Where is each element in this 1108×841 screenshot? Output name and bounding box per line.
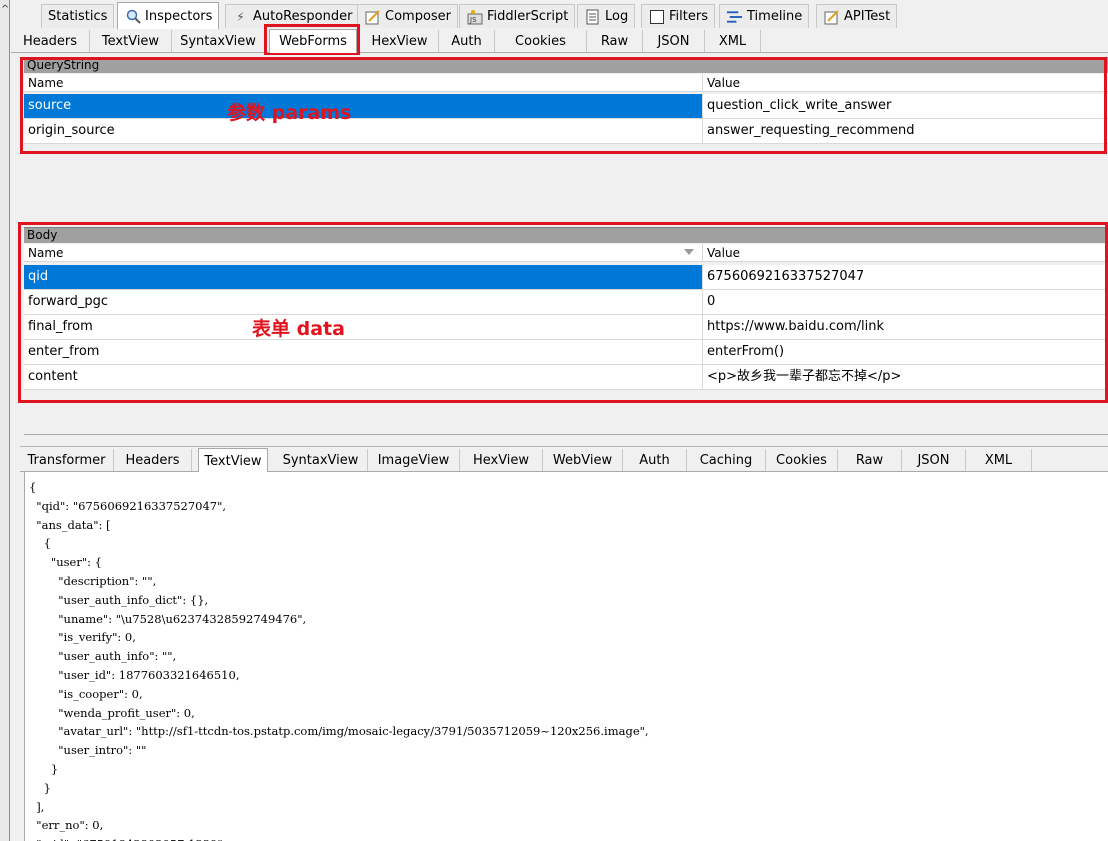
body-bottom-divider xyxy=(24,434,1108,435)
req-tab-json[interactable]: JSON xyxy=(643,30,705,52)
req-tab-cookies[interactable]: Cookies xyxy=(495,30,587,52)
col-name[interactable]: Name xyxy=(24,74,703,92)
body-header: Body xyxy=(24,227,1108,243)
params-annotation: 参数 params xyxy=(227,102,352,124)
tab-composer[interactable]: Composer xyxy=(357,4,459,28)
svg-text:JS: JS xyxy=(469,16,477,24)
js-icon: JS xyxy=(466,8,483,25)
checkbox-icon xyxy=(648,8,665,25)
table-row[interactable]: content <p>故乡我一辈子都忘不掉</p> xyxy=(24,365,1108,390)
tab-log[interactable]: Log xyxy=(577,4,636,28)
response-body-text[interactable]: { "qid": "6756069216337527047", "ans_dat… xyxy=(25,472,1108,841)
response-inspector-tabs: Transformer Headers TextView SyntaxView … xyxy=(20,446,1108,473)
request-inspector-tabs: Headers TextView SyntaxView WebForms Hex… xyxy=(11,29,1108,53)
table-row[interactable]: qid 6756069216337527047 xyxy=(24,265,1108,290)
table-row[interactable]: source question_click_write_answer xyxy=(24,94,1108,119)
req-tab-syntaxview[interactable]: SyntaxView xyxy=(172,30,265,52)
data-annotation: 表单 data xyxy=(252,318,345,340)
req-tab-xml[interactable]: XML xyxy=(705,30,761,52)
table-row[interactable]: enter_from enterFrom() xyxy=(24,340,1108,365)
resp-tab-headers[interactable]: Headers xyxy=(114,449,192,471)
body-column-header: Name Value xyxy=(24,244,1108,262)
tab-fiddlerscript[interactable]: JS FiddlerScript xyxy=(459,4,576,28)
inspectors-icon xyxy=(124,8,141,25)
querystring-column-header: Name Value xyxy=(24,74,1108,92)
table-row[interactable]: final_from https://www.baidu.com/link xyxy=(24,315,1108,340)
resp-tab-textview[interactable]: TextView xyxy=(198,448,268,473)
req-tab-webforms[interactable]: WebForms xyxy=(269,29,357,53)
req-tab-textview[interactable]: TextView xyxy=(90,30,172,52)
resp-tab-cookies[interactable]: Cookies xyxy=(766,449,838,471)
sort-arrow-icon xyxy=(684,249,694,255)
resp-tab-imageview[interactable]: ImageView xyxy=(368,449,460,471)
col-value[interactable]: Value xyxy=(703,244,1108,262)
apitest-icon xyxy=(823,8,840,25)
table-row[interactable]: origin_source answer_requesting_recommen… xyxy=(24,119,1108,144)
tab-filters[interactable]: Filters xyxy=(641,4,715,28)
resp-tab-auth[interactable]: Auth xyxy=(623,449,687,471)
resp-tab-transformer[interactable]: Transformer xyxy=(20,449,114,471)
table-row[interactable]: forward_pgc 0 xyxy=(24,290,1108,315)
col-value[interactable]: Value xyxy=(703,74,1108,92)
querystring-panel: QueryString Name Value source question_c… xyxy=(24,55,1108,225)
resp-tab-xml[interactable]: XML xyxy=(966,449,1032,471)
tab-inspectors[interactable]: Inspectors xyxy=(117,2,220,29)
lightning-icon: ⚡ xyxy=(236,9,245,24)
resp-tab-hexview[interactable]: HexView xyxy=(460,449,543,471)
tab-autoresponder[interactable]: ⚡ AutoResponder xyxy=(225,4,360,28)
querystring-header: QueryString xyxy=(24,57,1108,73)
req-tab-raw[interactable]: Raw xyxy=(587,30,643,52)
composer-icon xyxy=(364,8,381,25)
resp-tab-webview[interactable]: WebView xyxy=(543,449,623,471)
left-splitter[interactable]: ^ xyxy=(0,0,10,841)
req-tab-hexview[interactable]: HexView xyxy=(361,30,439,52)
resp-tab-syntaxview[interactable]: SyntaxView xyxy=(274,449,368,471)
response-textview[interactable]: { "qid": "6756069216337527047", "ans_dat… xyxy=(24,472,1108,841)
req-tab-auth[interactable]: Auth xyxy=(439,30,495,52)
tab-apitest[interactable]: APITest xyxy=(816,4,898,28)
resp-tab-caching[interactable]: Caching xyxy=(687,449,766,471)
tab-statistics[interactable]: Statistics xyxy=(41,4,115,28)
req-tab-headers[interactable]: Headers xyxy=(11,30,90,52)
col-name[interactable]: Name xyxy=(24,244,703,262)
body-panel: Body Name Value qid 6756069216337527047 … xyxy=(24,226,1108,436)
log-icon xyxy=(584,8,601,25)
main-tab-bar: Statistics Inspectors ⚡ AutoResponder Com… xyxy=(11,0,1108,30)
timeline-icon xyxy=(726,8,743,25)
tab-timeline[interactable]: Timeline xyxy=(719,4,810,28)
chevron-up-icon: ^ xyxy=(1,4,10,15)
resp-tab-json[interactable]: JSON xyxy=(902,449,966,471)
resp-tab-raw[interactable]: Raw xyxy=(838,449,902,471)
